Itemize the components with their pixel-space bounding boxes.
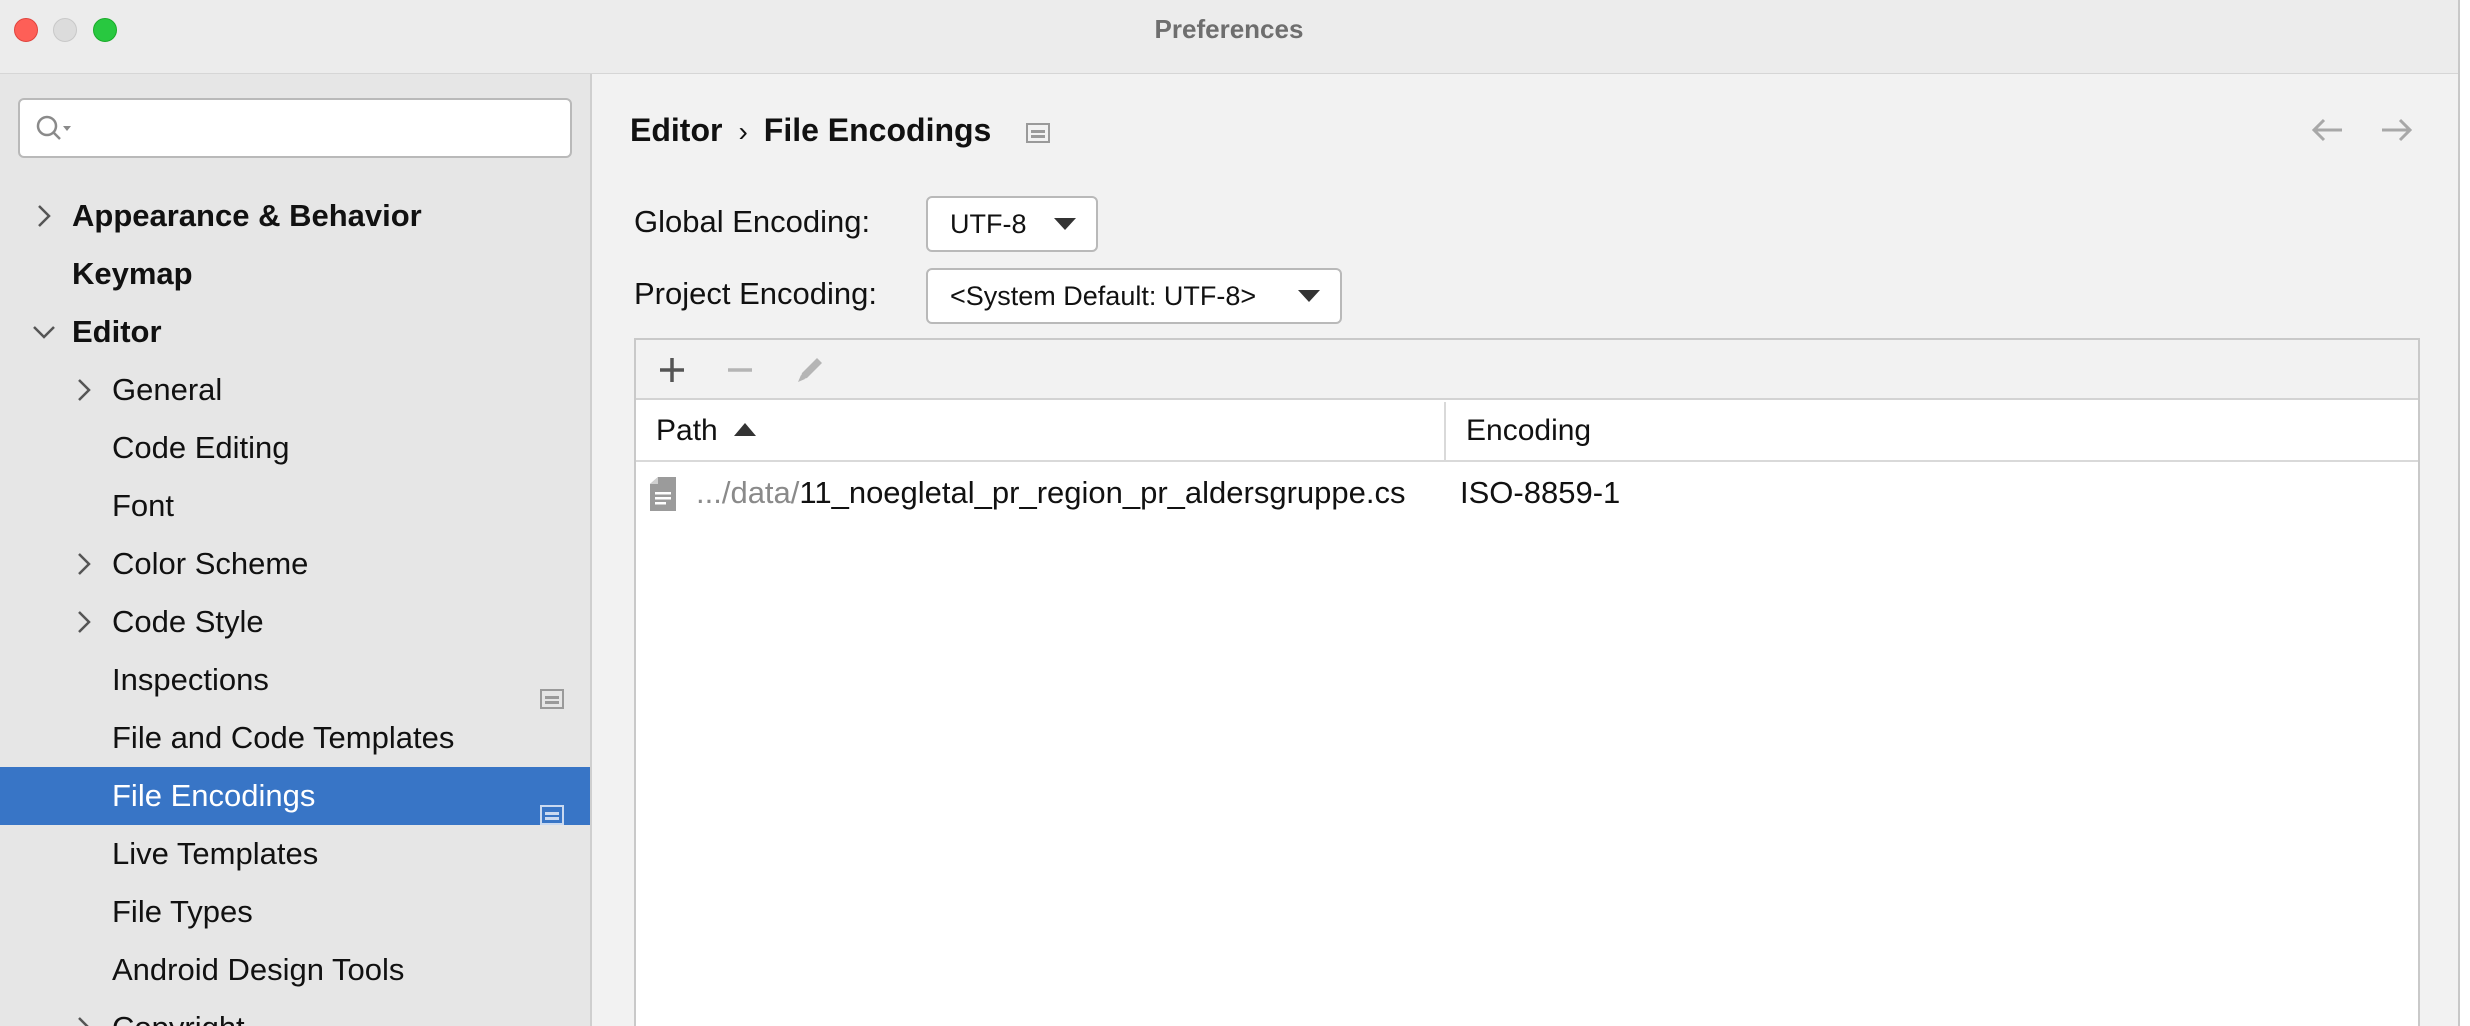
sidebar-item-appearance-behavior[interactable]: Appearance & Behavior xyxy=(0,187,590,245)
back-arrow-icon[interactable] xyxy=(2308,110,2348,150)
sidebar-item-font[interactable]: Font xyxy=(0,477,590,535)
sidebar-item-label: Color Scheme xyxy=(112,546,309,581)
project-encoding-label: Project Encoding: xyxy=(634,276,877,311)
sidebar-item-label: File Types xyxy=(112,894,253,929)
sidebar-item-keymap[interactable]: Keymap xyxy=(0,245,590,303)
window-title: Preferences xyxy=(1154,14,1304,44)
sidebar-item-live-templates[interactable]: Live Templates xyxy=(0,825,590,883)
sidebar-item-label: Live Templates xyxy=(112,836,319,871)
settings-content: Editor › File Encodings Global Encoding: U… xyxy=(594,74,2458,1026)
settings-tree: Appearance & Behavior Keymap Editor General… xyxy=(0,187,590,1026)
chevron-down-icon xyxy=(1298,290,1320,302)
chevron-right-icon[interactable] xyxy=(70,593,98,651)
sidebar-item-inspections[interactable]: Inspections xyxy=(0,651,590,709)
sidebar-item-label: Code Editing xyxy=(112,430,290,465)
breadcrumb-current: File Encodings xyxy=(763,112,992,148)
project-scope-icon xyxy=(540,670,564,709)
project-encoding-value: <System Default: UTF-8> xyxy=(950,281,1257,311)
sidebar-item-label: Font xyxy=(112,488,175,523)
table-toolbar xyxy=(636,340,2418,400)
chevron-right-icon[interactable] xyxy=(30,187,58,245)
search-input[interactable] xyxy=(82,108,552,150)
sidebar-item-label: File and Code Templates xyxy=(112,720,455,755)
project-encoding-dropdown[interactable]: <System Default: UTF-8> xyxy=(926,268,1342,324)
sidebar-item-label: Editor xyxy=(72,314,162,349)
breadcrumb-parent[interactable]: Editor xyxy=(630,112,722,148)
chevron-down-icon[interactable] xyxy=(30,303,58,361)
sidebar-item-label: File Encodings xyxy=(112,778,316,813)
sidebar-item-file-and-code-templates[interactable]: File and Code Templates xyxy=(0,709,590,767)
settings-sidebar: Appearance & Behavior Keymap Editor General… xyxy=(0,74,592,1026)
sidebar-item-label: Keymap xyxy=(72,256,193,291)
row-path: .../data/11_noegletal_pr_region_pr_alder… xyxy=(696,464,1406,522)
sidebar-item-file-encodings[interactable]: File Encodings xyxy=(0,767,590,825)
global-encoding-label: Global Encoding: xyxy=(634,204,871,239)
project-scope-icon xyxy=(1026,122,1051,143)
sidebar-item-general[interactable]: General xyxy=(0,361,590,419)
encoding-column-header[interactable]: Encoding xyxy=(1448,402,1591,460)
encodings-table: Path Encoding .../data/11_noegletal_pr_r… xyxy=(634,338,2420,1026)
sidebar-item-copyright[interactable]: Copyright xyxy=(0,999,590,1026)
row-path-prefix: .../data/ xyxy=(696,475,800,510)
chevron-right-icon[interactable] xyxy=(70,361,98,419)
sidebar-item-editor[interactable]: Editor xyxy=(0,303,590,361)
chevron-right-icon[interactable] xyxy=(70,535,98,593)
project-scope-icon xyxy=(540,786,564,825)
path-column-label: Path xyxy=(656,414,718,447)
sidebar-item-color-scheme[interactable]: Color Scheme xyxy=(0,535,590,593)
remove-icon[interactable] xyxy=(722,352,758,388)
navigation-arrows xyxy=(2280,110,2416,150)
row-path-name: 11_noegletal_pr_region_pr_aldersgruppe.c… xyxy=(799,475,1406,510)
row-encoding[interactable]: ISO-8859-1 xyxy=(1460,464,1620,522)
breadcrumb: Editor › File Encodings xyxy=(630,110,1051,150)
sidebar-item-file-types[interactable]: File Types xyxy=(0,883,590,941)
sidebar-item-label: Code Style xyxy=(112,604,264,639)
sidebar-item-android-design-tools[interactable]: Android Design Tools xyxy=(0,941,590,999)
breadcrumb-separator: › xyxy=(738,116,748,147)
title-bar: Preferences xyxy=(0,0,2458,74)
encoding-column-label: Encoding xyxy=(1466,414,1592,447)
project-scope-icon xyxy=(540,1018,564,1026)
sidebar-item-code-editing[interactable]: Code Editing xyxy=(0,419,590,477)
file-icon xyxy=(650,477,676,511)
global-encoding-dropdown[interactable]: UTF-8 xyxy=(926,196,1098,252)
sidebar-item-code-style[interactable]: Code Style xyxy=(0,593,590,651)
sidebar-item-label: Android Design Tools xyxy=(112,952,405,987)
table-row[interactable]: .../data/11_noegletal_pr_region_pr_alder… xyxy=(636,464,2418,522)
search-icon xyxy=(36,115,71,140)
settings-search-box[interactable] xyxy=(18,98,572,158)
sidebar-item-label: Inspections xyxy=(112,662,269,697)
preferences-window: Preferences Appearance & Behavior Keymap E… xyxy=(0,0,2460,1026)
chevron-right-icon[interactable] xyxy=(70,999,98,1026)
sidebar-item-label: Appearance & Behavior xyxy=(72,198,422,233)
edit-pencil-icon[interactable] xyxy=(792,352,828,388)
chevron-down-icon xyxy=(1054,218,1076,230)
sort-ascending-icon xyxy=(733,422,756,436)
sidebar-item-label: General xyxy=(112,372,223,407)
sidebar-item-label: Copyright xyxy=(112,999,245,1026)
path-column-header[interactable]: Path xyxy=(636,402,1446,460)
table-header: Path Encoding xyxy=(636,402,2418,462)
global-encoding-value: UTF-8 xyxy=(950,209,1027,239)
add-icon[interactable] xyxy=(654,352,690,388)
forward-arrow-icon[interactable] xyxy=(2376,110,2416,150)
desktop-background xyxy=(2460,0,2470,1026)
